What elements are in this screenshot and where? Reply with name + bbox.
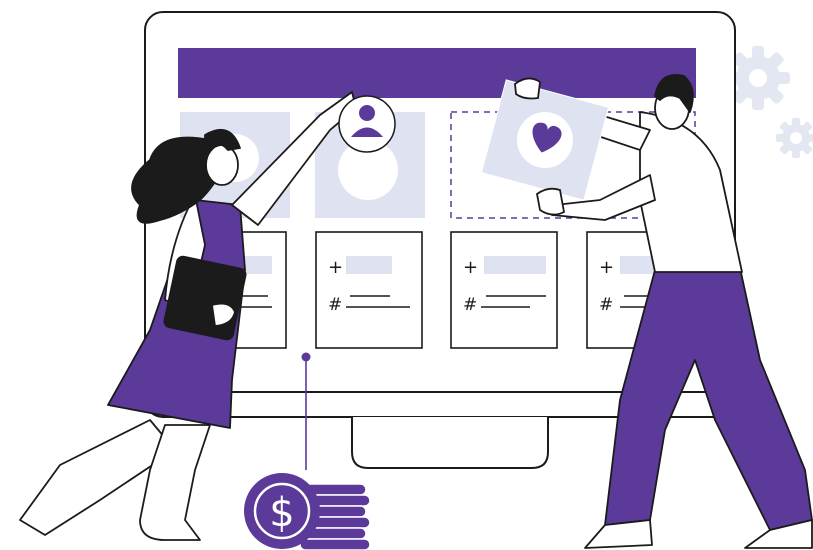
dollar-coin-icon: $ [244, 473, 320, 549]
content-card-3: + # [450, 231, 558, 349]
monitor-stand [351, 417, 549, 469]
woman-face [205, 144, 239, 186]
illustration-svg: + # + # + # $ [19, 11, 813, 550]
tablet-icon [163, 255, 247, 341]
card-hash-glyph: # [599, 295, 613, 315]
card-hash-glyph: # [328, 295, 342, 315]
avatar-badge-icon [338, 95, 396, 153]
card-plus-glyph: + [328, 257, 343, 278]
monitor-header-bar [178, 48, 696, 98]
card-plus-glyph: + [599, 257, 614, 278]
man-shoe-left [584, 519, 653, 549]
currency-symbol: $ [269, 490, 294, 536]
card-hash-glyph: # [463, 295, 477, 315]
man-hand-top [514, 77, 541, 100]
man-hand-fist [536, 187, 566, 216]
content-card-2: + # [315, 231, 423, 349]
illustration-canvas: + # + # + # $ [0, 0, 813, 550]
card-plus-glyph: + [463, 257, 478, 278]
gear-icon-small [776, 118, 813, 158]
